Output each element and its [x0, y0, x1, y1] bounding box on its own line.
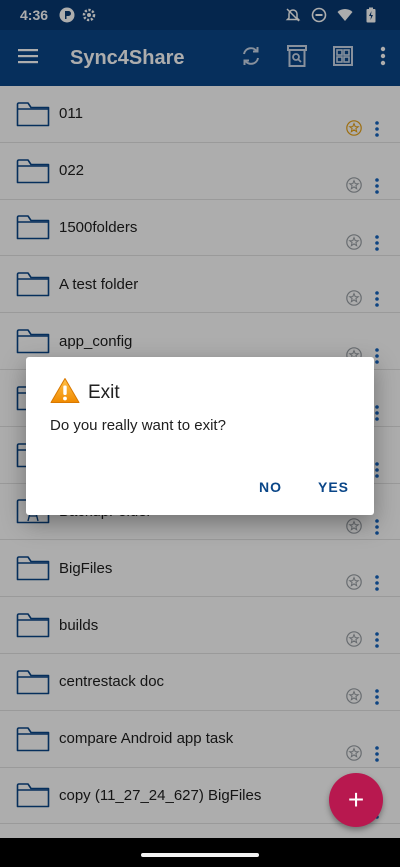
yes-button[interactable]: YES	[318, 479, 349, 495]
warning-icon	[50, 377, 80, 409]
dialog-title: Exit	[88, 382, 120, 403]
add-fab-button[interactable]: +	[329, 773, 383, 827]
dialog-message: Do you really want to exit?	[50, 417, 226, 434]
system-nav-bar	[0, 838, 400, 867]
home-gesture-handle[interactable]	[141, 853, 259, 857]
no-button[interactable]: NO	[259, 479, 282, 495]
dialog-header: Exit	[50, 377, 120, 409]
exit-dialog: Exit Do you really want to exit? NO YES	[26, 357, 374, 515]
plus-icon: +	[347, 784, 365, 815]
